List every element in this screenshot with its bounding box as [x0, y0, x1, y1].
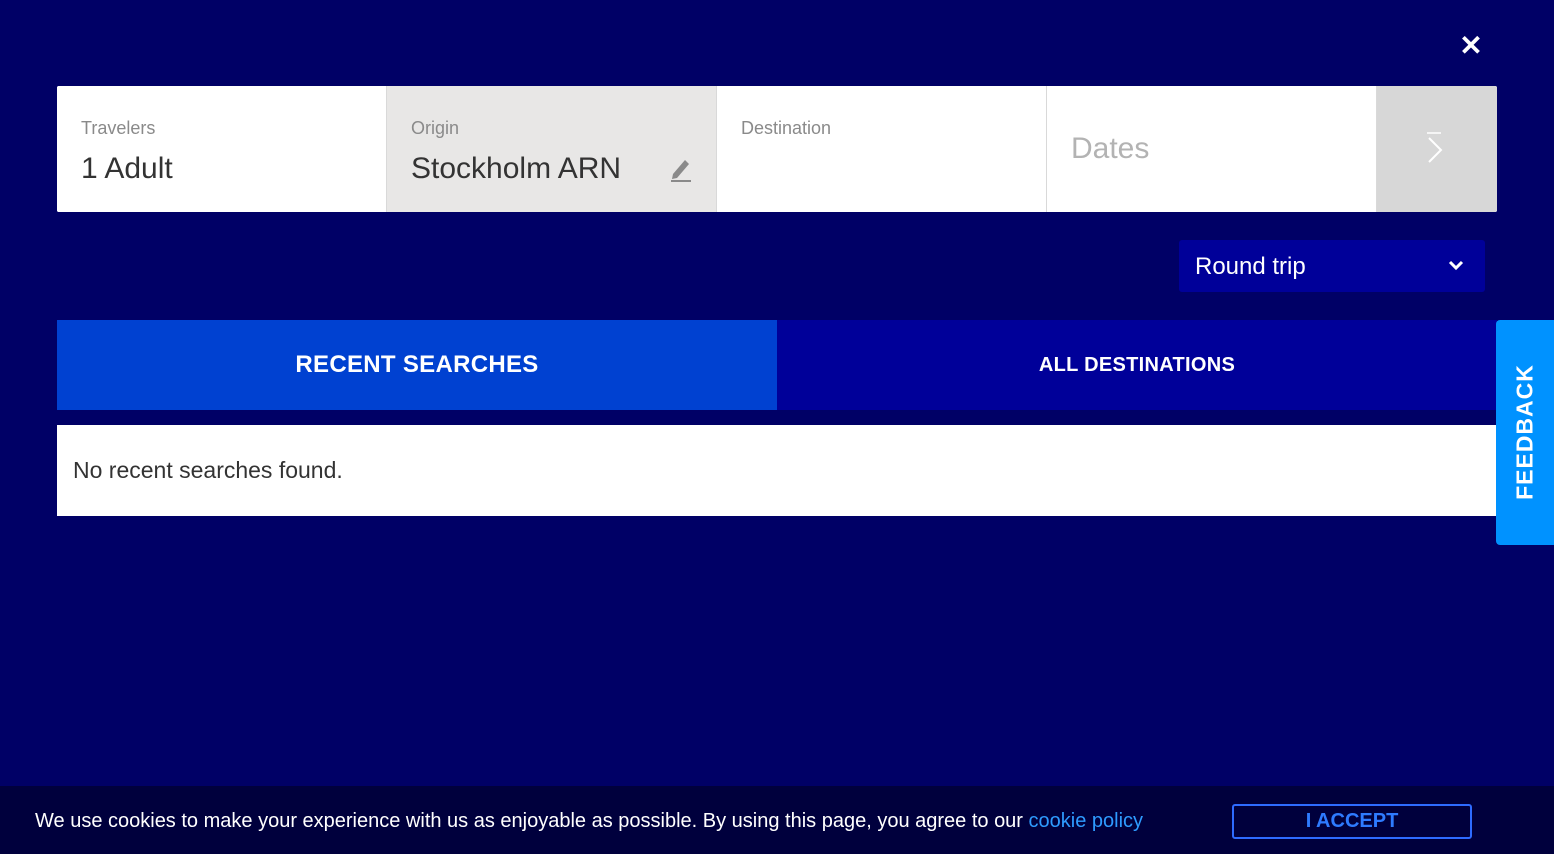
origin-value: Stockholm ARN	[411, 152, 622, 185]
accept-cookies-button[interactable]: I ACCEPT	[1232, 804, 1472, 839]
cookie-policy-link[interactable]: cookie policy	[1029, 810, 1144, 832]
trip-type-value: Round trip	[1195, 253, 1306, 280]
search-bar: Travelers 1 Adult Origin Stockholm ARN D…	[57, 86, 1497, 212]
tab-recent-searches[interactable]: RECENT SEARCHES	[57, 320, 777, 410]
tab-all-destinations[interactable]: ALL DESTINATIONS	[777, 320, 1497, 410]
origin-field[interactable]: Origin Stockholm ARN	[387, 86, 717, 212]
dates-field[interactable]: Dates	[1047, 86, 1377, 212]
travelers-value: 1 Adult	[81, 152, 173, 185]
destination-label: Destination	[741, 118, 832, 138]
next-button[interactable]	[1377, 86, 1497, 212]
feedback-button[interactable]: FEEDBACK	[1496, 320, 1554, 545]
origin-label: Origin	[411, 118, 460, 138]
empty-message: No recent searches found.	[73, 457, 343, 483]
chevron-right-icon	[1427, 132, 1443, 163]
chevron-down-icon	[1448, 260, 1464, 271]
destination-field[interactable]: Destination	[717, 86, 1047, 212]
dates-placeholder: Dates	[1071, 132, 1150, 165]
pencil-icon[interactable]	[669, 156, 693, 182]
feedback-label: FEEDBACK	[1511, 364, 1538, 500]
close-icon[interactable]: ✕	[1459, 32, 1483, 60]
cookie-message: We use cookies to make your experience w…	[35, 810, 1143, 833]
cookie-text: We use cookies to make your experience w…	[35, 810, 1029, 832]
travelers-label: Travelers	[81, 118, 156, 138]
recent-searches-panel: No recent searches found.	[57, 425, 1497, 516]
trip-type-select[interactable]: Round trip	[1179, 240, 1485, 292]
search-overlay: ✕ Travelers 1 Adult Origin Stockholm ARN…	[0, 0, 1554, 854]
destination-tabs: RECENT SEARCHES ALL DESTINATIONS	[57, 320, 1497, 410]
cookie-banner: We use cookies to make your experience w…	[0, 786, 1554, 854]
travelers-field[interactable]: Travelers 1 Adult	[57, 86, 387, 212]
